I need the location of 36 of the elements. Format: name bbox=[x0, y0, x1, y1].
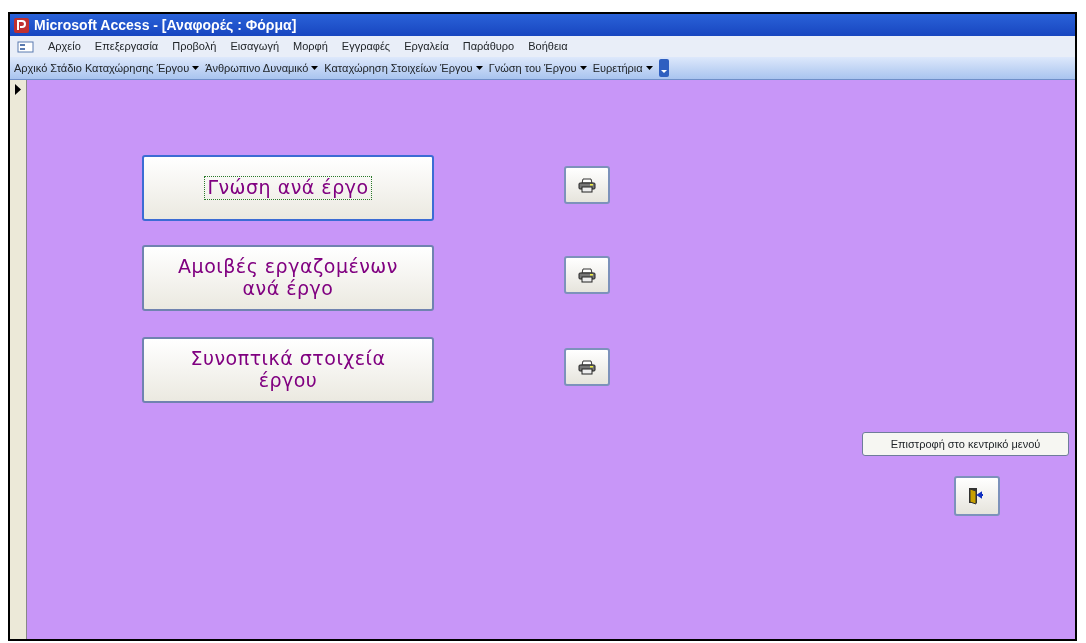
print-button[interactable] bbox=[564, 256, 610, 294]
menu-item[interactable]: Εγγραφές bbox=[341, 38, 391, 55]
report-button[interactable]: Γνώση ανά έργο bbox=[142, 155, 434, 221]
exit-door-icon bbox=[968, 487, 986, 505]
toolbar-menu[interactable]: Ευρετήρια bbox=[592, 59, 653, 77]
toolbar-menu[interactable]: Αρχικό Στάδιο Καταχώρησης Έργου bbox=[14, 59, 200, 77]
print-button[interactable] bbox=[564, 348, 610, 386]
caret-icon bbox=[192, 66, 200, 70]
form-menu-icon[interactable] bbox=[14, 40, 34, 53]
print-button[interactable] bbox=[564, 166, 610, 204]
printer-icon bbox=[578, 177, 596, 193]
current-record-icon bbox=[14, 84, 22, 95]
exit-button[interactable] bbox=[954, 476, 1000, 516]
window-title: Microsoft Access - [Αναφορές : Φόρμα] bbox=[34, 15, 297, 35]
caret-icon bbox=[645, 66, 653, 70]
toolbar-options-icon[interactable] bbox=[658, 59, 669, 77]
menu-item[interactable]: Επεξεργασία bbox=[94, 38, 159, 55]
caret-icon bbox=[579, 66, 587, 70]
menu-item[interactable]: Μορφή bbox=[293, 38, 328, 55]
toolbar-menu[interactable]: Άνθρωπινο Δυναμικό bbox=[205, 59, 319, 77]
caret-icon bbox=[475, 66, 483, 70]
menu-item[interactable]: Εργαλεία bbox=[404, 38, 449, 55]
menu-item[interactable]: Αρχείο bbox=[48, 38, 81, 55]
app-icon bbox=[14, 17, 29, 33]
toolbar-menu[interactable]: Καταχώρηση Στοιχείων Έργου bbox=[324, 59, 483, 77]
report-button[interactable]: Αμοιβές εργαζομένων ανά έργο bbox=[142, 245, 434, 311]
menu-item[interactable]: Εισαγωγή bbox=[230, 38, 280, 55]
report-button[interactable]: Συνοπτικά στοιχεία έργου bbox=[142, 337, 434, 403]
return-label: Επιστροφή στο κεντρικό μενού bbox=[862, 432, 1069, 456]
printer-icon bbox=[578, 267, 596, 283]
menu-item[interactable]: Παράθυρο bbox=[462, 38, 515, 55]
toolbar-menu[interactable]: Γνώση του Έργου bbox=[488, 59, 587, 77]
menu-item[interactable]: Προβολή bbox=[172, 38, 217, 55]
menu-item[interactable]: Βοήθεια bbox=[528, 38, 568, 55]
caret-icon bbox=[311, 66, 319, 70]
printer-icon bbox=[578, 359, 596, 375]
